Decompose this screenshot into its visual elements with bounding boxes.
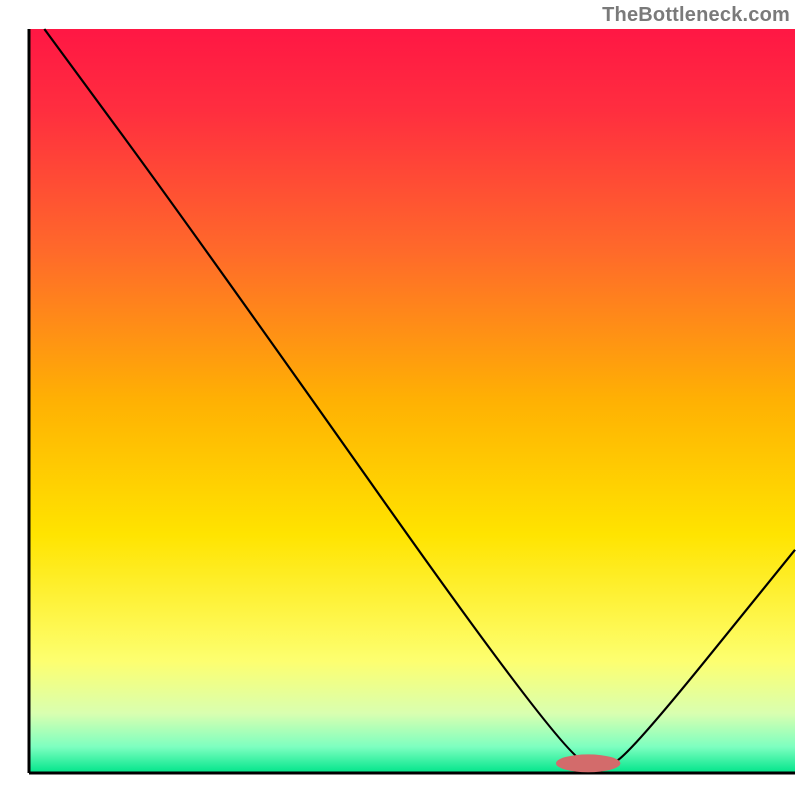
chart-wrap: TheBottleneck.com xyxy=(0,0,800,800)
plot-background xyxy=(29,29,795,773)
optimal-point-marker xyxy=(556,754,620,772)
bottleneck-chart xyxy=(0,0,800,800)
watermark-label: TheBottleneck.com xyxy=(602,4,790,27)
